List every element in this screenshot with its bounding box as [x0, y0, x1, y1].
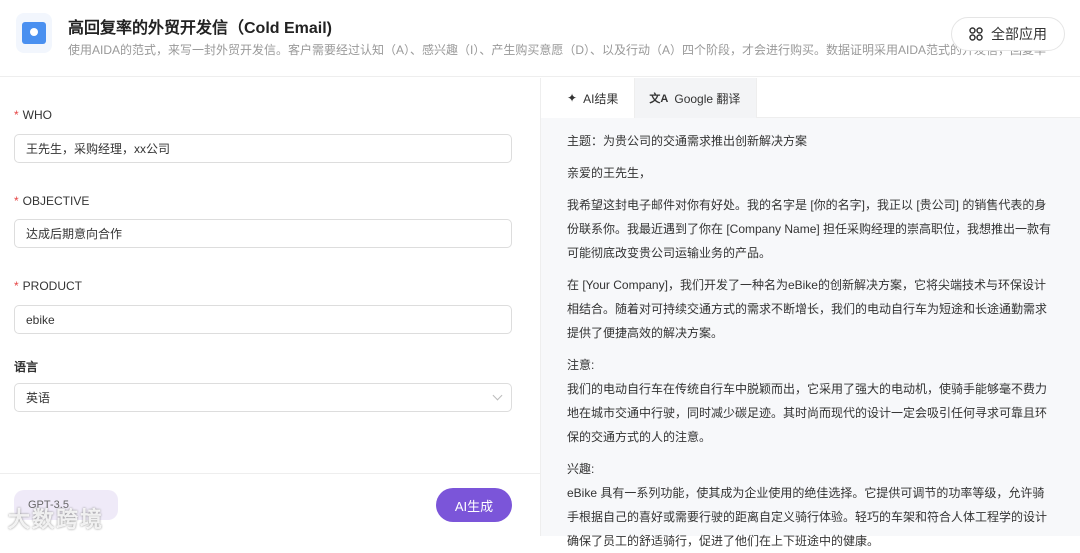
sparkle-icon: ✦ [567, 91, 578, 105]
result-panel: ✦ AI结果 文A Google 翻译 主题：为贵公司的交通需求推出创新解决方案… [540, 78, 1080, 548]
translate-icon: 文A [649, 93, 669, 105]
language-label: 语言 [14, 360, 39, 374]
email-paragraph: 在 [Your Company]，我们开发了一种名为eBike的创新解决方案，它… [567, 278, 1048, 340]
page-title: 高回复率的外贸开发信（Cold Email) [68, 20, 333, 37]
email-app-icon [16, 13, 52, 53]
language-select[interactable]: 英语 [14, 383, 512, 412]
tab-ai-result[interactable]: ✦ AI结果 [541, 78, 635, 118]
objective-label: * OBJECTIVE [14, 194, 90, 208]
app-description: 使用AIDA的范式，来写一封外贸开发信。客户需要经过认知（A）、感兴趣（I）、产… [68, 43, 1047, 57]
tab-google-translate[interactable]: 文A Google 翻译 [634, 78, 758, 118]
language-value: 英语 [26, 391, 51, 405]
who-input[interactable]: 王先生，采购经理，xx公司 [14, 134, 512, 163]
who-label: * WHO [14, 108, 52, 122]
result-content: 主题：为贵公司的交通需求推出创新解决方案 亲爱的王先生， 我希望这封电子邮件对你… [541, 118, 1080, 553]
email-paragraph: 我希望这封电子邮件对你有好处。我的名字是 [你的名字]，我正以 [贵公司] 的销… [567, 198, 1052, 260]
form-panel: * WHO 王先生，采购经理，xx公司 * OBJECTIVE 达成后期意向合作 *… [0, 78, 540, 536]
email-subject: 主题：为贵公司的交通需求推出创新解决方案 [567, 134, 808, 148]
watermark: 大数跨境 [8, 507, 105, 532]
email-greeting: 亲爱的王先生， [567, 166, 652, 180]
attention-section: 注意: 我们的电动自行车在传统自行车中脱颖而出，它采用了强大的电动机，使骑手能够毫… [567, 358, 1048, 444]
all-apps-label: 全部应用 [991, 26, 1047, 42]
product-input[interactable]: ebike [14, 305, 512, 334]
ai-generate-button[interactable]: AI生成 [436, 488, 512, 522]
chevron-down-icon [492, 390, 503, 401]
result-tabs: ✦ AI结果 文A Google 翻译 [541, 78, 1080, 118]
grid-icon [969, 27, 983, 41]
objective-input[interactable]: 达成后期意向合作 [14, 219, 512, 248]
interest-section: 兴趣: eBike 具有一系列功能，使其成为企业使用的绝佳选择。它提供可调节的功率… [567, 462, 1048, 548]
all-apps-button[interactable]: 全部应用 [951, 17, 1065, 51]
app-header: 高回复率的外贸开发信（Cold Email) 使用AIDA的范式，来写一封外贸开… [0, 0, 1080, 77]
product-label: * PRODUCT [14, 279, 83, 293]
form-footer: GPT-3.5 大数跨境 AI生成 [0, 473, 540, 536]
